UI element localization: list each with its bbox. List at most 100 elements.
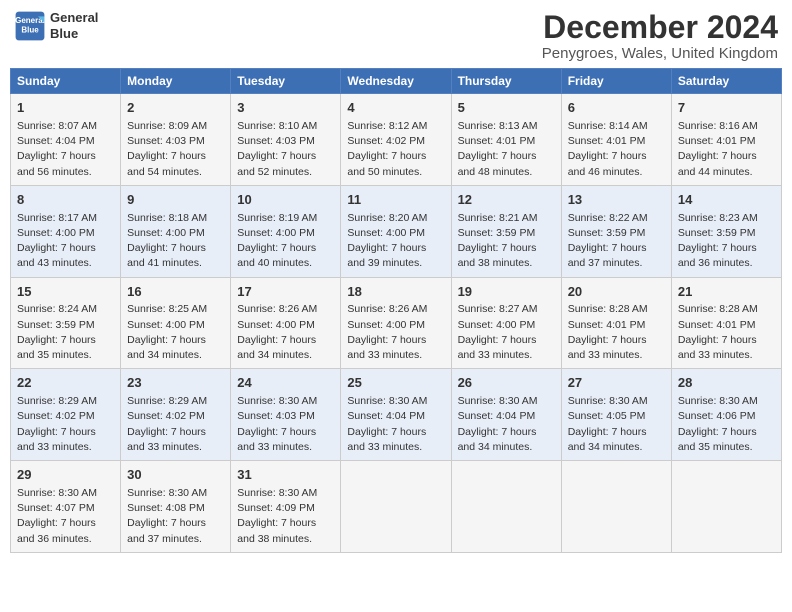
calendar-cell: 3Sunrise: 8:10 AMSunset: 4:03 PMDaylight… [231, 94, 341, 186]
calendar-header-row: SundayMondayTuesdayWednesdayThursdayFrid… [11, 69, 782, 94]
calendar-cell: 28Sunrise: 8:30 AMSunset: 4:06 PMDayligh… [671, 369, 781, 461]
day-info-line: Sunset: 4:04 PM [17, 135, 95, 147]
day-number: 8 [17, 191, 114, 210]
day-number: 3 [237, 99, 334, 118]
day-info-line: Sunrise: 8:09 AM [127, 120, 207, 132]
day-info-line: and 33 minutes. [568, 349, 643, 361]
calendar-week-1: 1Sunrise: 8:07 AMSunset: 4:04 PMDaylight… [11, 94, 782, 186]
day-info-line: Sunrise: 8:30 AM [237, 395, 317, 407]
calendar-cell [561, 461, 671, 553]
day-info-line: Daylight: 7 hours [568, 242, 647, 254]
day-info-line: Sunset: 4:00 PM [458, 319, 536, 331]
day-info-line: Daylight: 7 hours [347, 150, 426, 162]
day-info-line: and 56 minutes. [17, 166, 92, 178]
calendar-cell: 8Sunrise: 8:17 AMSunset: 4:00 PMDaylight… [11, 185, 121, 277]
day-number: 29 [17, 466, 114, 485]
day-info-line: Sunset: 4:01 PM [678, 135, 756, 147]
logo: General Blue General Blue [14, 10, 98, 42]
day-info-line: Daylight: 7 hours [678, 426, 757, 438]
day-info-line: Sunrise: 8:30 AM [347, 395, 427, 407]
day-number: 11 [347, 191, 444, 210]
day-info-line: and 35 minutes. [17, 349, 92, 361]
day-info-line: Sunset: 4:00 PM [347, 319, 425, 331]
calendar-week-2: 8 Sunrise: 8:17 AM Sunset: 4:00 PM Daylight… [11, 185, 782, 277]
day-number: 27 [568, 374, 665, 393]
calendar-cell: 20Sunrise: 8:28 AMSunset: 4:01 PMDayligh… [561, 277, 671, 369]
day-info-line: Sunrise: 8:21 AM [458, 212, 538, 224]
day-number: 26 [458, 374, 555, 393]
day-info-line: Sunrise: 8:29 AM [17, 395, 97, 407]
day-info-line: Sunrise: 8:28 AM [568, 303, 648, 315]
day-info-line: and 43 minutes. [17, 257, 92, 269]
calendar-cell: 25Sunrise: 8:30 AMSunset: 4:04 PMDayligh… [341, 369, 451, 461]
svg-text:Blue: Blue [21, 25, 39, 34]
day-number: 31 [237, 466, 334, 485]
day-number: 24 [237, 374, 334, 393]
day-info-line: and 34 minutes. [458, 441, 533, 453]
day-info-line: Sunset: 3:59 PM [458, 227, 536, 239]
day-info-line: Daylight: 7 hours [237, 517, 316, 529]
page-header: General Blue General Blue December 2024 … [10, 10, 782, 62]
day-info-line: Daylight: 7 hours [678, 150, 757, 162]
day-info-line: and 37 minutes. [568, 257, 643, 269]
day-info-line: Sunset: 4:02 PM [127, 410, 205, 422]
calendar-week-5: 29Sunrise: 8:30 AMSunset: 4:07 PMDayligh… [11, 461, 782, 553]
calendar-cell: 15Sunrise: 8:24 AMSunset: 3:59 PMDayligh… [11, 277, 121, 369]
day-info-line: Sunset: 4:00 PM [237, 319, 315, 331]
calendar-table: SundayMondayTuesdayWednesdayThursdayFrid… [10, 68, 782, 553]
day-info-line: Daylight: 7 hours [568, 426, 647, 438]
day-info-line: Sunrise: 8:19 AM [237, 212, 317, 224]
day-info-line: Daylight: 7 hours [458, 150, 537, 162]
day-number: 5 [458, 99, 555, 118]
day-info-line: Daylight: 7 hours [17, 426, 96, 438]
calendar-cell [341, 461, 451, 553]
day-info-line: Sunrise: 8:30 AM [17, 487, 97, 499]
day-info-line: Sunset: 4:01 PM [678, 319, 756, 331]
day-number: 4 [347, 99, 444, 118]
header-monday: Monday [121, 69, 231, 94]
day-info-line: Sunrise: 8:17 AM [17, 212, 97, 224]
page-title: December 2024 [542, 10, 778, 45]
day-info-line: and 35 minutes. [678, 441, 753, 453]
day-number: 7 [678, 99, 775, 118]
header-wednesday: Wednesday [341, 69, 451, 94]
calendar-cell: 5Sunrise: 8:13 AMSunset: 4:01 PMDaylight… [451, 94, 561, 186]
day-info-line: Sunrise: 8:22 AM [568, 212, 648, 224]
calendar-week-3: 15Sunrise: 8:24 AMSunset: 3:59 PMDayligh… [11, 277, 782, 369]
day-info-line: and 50 minutes. [347, 166, 422, 178]
day-info-line: and 33 minutes. [17, 441, 92, 453]
day-info-line: Daylight: 7 hours [127, 334, 206, 346]
calendar-cell: 17Sunrise: 8:26 AMSunset: 4:00 PMDayligh… [231, 277, 341, 369]
day-info-line: Sunrise: 8:26 AM [237, 303, 317, 315]
day-info-line: and 44 minutes. [678, 166, 753, 178]
day-info-line: and 46 minutes. [568, 166, 643, 178]
calendar-week-4: 22 Sunrise: 8:29 AM Sunset: 4:02 PM Dayligh… [11, 369, 782, 461]
calendar-cell: 18Sunrise: 8:26 AMSunset: 4:00 PMDayligh… [341, 277, 451, 369]
day-info-line: Sunset: 4:00 PM [17, 227, 95, 239]
day-info-line: Daylight: 7 hours [17, 517, 96, 529]
day-number: 22 [17, 374, 114, 393]
day-info-line: Daylight: 7 hours [678, 242, 757, 254]
day-info-line: and 41 minutes. [127, 257, 202, 269]
day-number: 2 [127, 99, 224, 118]
day-info-line: Sunrise: 8:14 AM [568, 120, 648, 132]
calendar-cell: 16Sunrise: 8:25 AMSunset: 4:00 PMDayligh… [121, 277, 231, 369]
day-info-line: Daylight: 7 hours [568, 334, 647, 346]
day-info-line: and 33 minutes. [237, 441, 312, 453]
day-info-line: Daylight: 7 hours [347, 426, 426, 438]
day-info-line: Sunrise: 8:12 AM [347, 120, 427, 132]
calendar-cell: 23Sunrise: 8:29 AMSunset: 4:02 PMDayligh… [121, 369, 231, 461]
day-info-line: Sunset: 4:04 PM [458, 410, 536, 422]
calendar-cell: 30Sunrise: 8:30 AMSunset: 4:08 PMDayligh… [121, 461, 231, 553]
calendar-cell: 13Sunrise: 8:22 AMSunset: 3:59 PMDayligh… [561, 185, 671, 277]
calendar-cell: 6Sunrise: 8:14 AMSunset: 4:01 PMDaylight… [561, 94, 671, 186]
day-info-line: Sunrise: 8:29 AM [127, 395, 207, 407]
calendar-cell: 4Sunrise: 8:12 AMSunset: 4:02 PMDaylight… [341, 94, 451, 186]
day-info-line: Sunset: 4:06 PM [678, 410, 756, 422]
day-info-line: Sunrise: 8:20 AM [347, 212, 427, 224]
day-info-line: Sunrise: 8:13 AM [458, 120, 538, 132]
day-info-line: Daylight: 7 hours [458, 426, 537, 438]
day-info-line: Daylight: 7 hours [127, 517, 206, 529]
day-info-line: Sunset: 4:01 PM [568, 319, 646, 331]
calendar-cell: 27Sunrise: 8:30 AMSunset: 4:05 PMDayligh… [561, 369, 671, 461]
